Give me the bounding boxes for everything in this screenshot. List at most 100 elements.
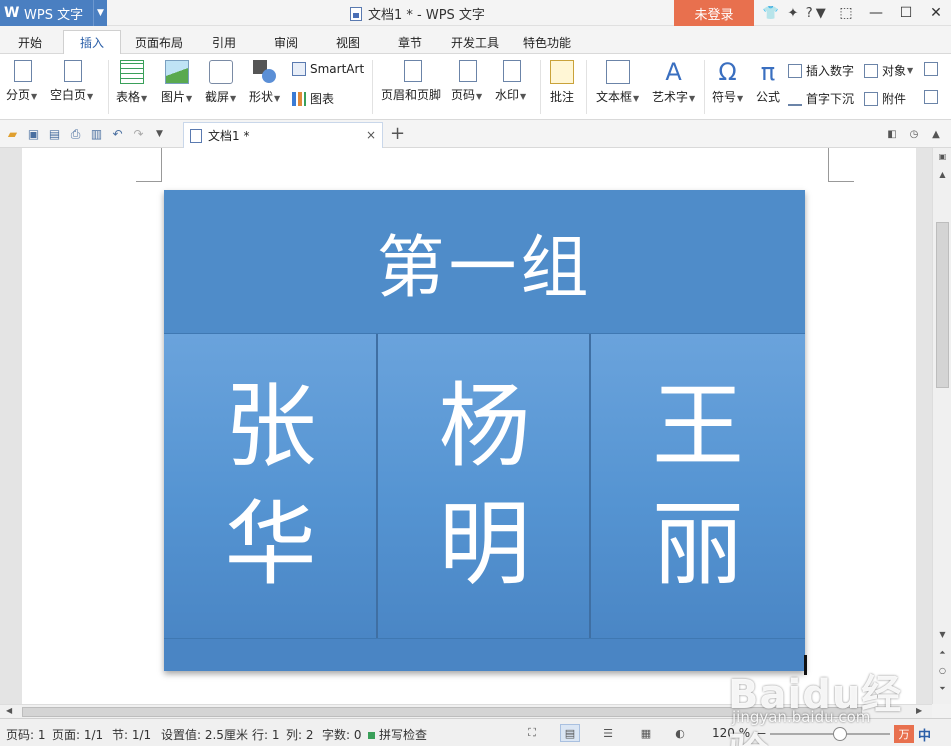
smartart-member-box[interactable]: 杨 明 [378, 334, 591, 638]
smartart-title-box[interactable]: 第一组 [164, 190, 805, 334]
screenshot-button[interactable]: 截屏▼ [205, 54, 236, 105]
scroll-right-arrow[interactable]: ▶ [916, 706, 922, 715]
status-word-count[interactable]: 字数: 0 [322, 726, 362, 743]
insert-number-button[interactable]: 插入数字 [788, 62, 854, 79]
app-menu-dropdown-icon[interactable]: ▼ [93, 0, 107, 26]
wordart-button[interactable]: A 艺术字▼ [652, 54, 695, 105]
insert-number-label: 插入数字 [806, 64, 855, 78]
scroll-up-arrow[interactable]: ▲ [936, 168, 949, 181]
horizontal-scrollbar[interactable]: ◀ ▶ [0, 704, 932, 718]
document-tab[interactable]: 文档1 * × [183, 122, 383, 148]
comment-button[interactable]: 批注 [550, 54, 574, 105]
tab-bar-right-icons: ◧ ◷ ▲ [881, 126, 947, 142]
zoom-out-button[interactable]: — [754, 726, 766, 740]
login-button[interactable]: 未登录 [674, 0, 754, 26]
print-icon[interactable]: ⎙ [65, 125, 86, 143]
close-tab-icon[interactable]: × [366, 128, 376, 142]
tab-developer[interactable]: 开发工具 [444, 30, 506, 54]
formula-button[interactable]: π 公式 [756, 54, 780, 105]
attachment-button[interactable]: 附件 [864, 90, 906, 107]
wordart-label: 艺术字 [652, 90, 689, 104]
smartart-footer-band [164, 638, 805, 671]
skin-icon[interactable]: 👕 [760, 3, 782, 23]
scroll-down-arrow[interactable]: ▼ [936, 628, 949, 641]
scroll-left-arrow[interactable]: ◀ [6, 706, 12, 715]
picture-button[interactable]: 图片▼ [161, 54, 192, 105]
more-icon[interactable] [924, 90, 942, 104]
app-menu-button[interactable]: W WPS 文字 ▼ [0, 0, 107, 26]
tab-insert[interactable]: 插入 [63, 30, 121, 54]
browse-object-icon[interactable]: ○ [936, 664, 949, 677]
page-view-icon[interactable]: ▤ [560, 724, 580, 742]
page-number-button[interactable]: 页码▼ [451, 54, 482, 103]
history-icon[interactable]: ◷ [903, 126, 925, 142]
chart-label: 图表 [310, 92, 335, 106]
document-page[interactable]: 第一组 张 华 杨 明 王 丽 [22, 148, 916, 704]
vertical-scroll-thumb[interactable] [936, 222, 949, 388]
zoom-level[interactable]: 120 % [712, 726, 750, 740]
next-page-icon[interactable]: ⏷ [936, 682, 949, 695]
table-button[interactable]: 表格▼ [116, 54, 147, 105]
tab-references[interactable]: 引用 [200, 30, 248, 54]
input-method-indicator[interactable]: 万 中 [894, 723, 951, 745]
smartart-graphic[interactable]: 第一组 张 华 杨 明 王 丽 [164, 190, 805, 671]
object-button[interactable]: 对象 ▼ [864, 62, 913, 79]
close-button[interactable]: ✕ [921, 0, 951, 26]
horizontal-scroll-thumb[interactable] [22, 707, 862, 717]
tab-chapter[interactable]: 章节 [386, 30, 434, 54]
export-pdf-icon[interactable]: ▤ [44, 125, 65, 143]
scroll-options-icon[interactable]: ▣ [936, 150, 949, 163]
watermark-button[interactable]: 水印▼ [495, 54, 526, 103]
new-tab-button[interactable]: + [390, 123, 405, 144]
quick-access-toolbar: ▰ ▣ ▤ ⎙ ▥ ↶ ↷ ▼ [2, 125, 170, 143]
web-view-icon[interactable]: ▦ [636, 724, 656, 742]
fullscreen-view-icon[interactable]: ⛶ [522, 724, 542, 742]
tab-review[interactable]: 审阅 [262, 30, 310, 54]
header-footer-button[interactable]: 页眉和页脚 [381, 54, 441, 103]
dropcap-button[interactable]: 首字下沉 [788, 90, 854, 107]
outline-view-icon[interactable]: ☰ [598, 724, 618, 742]
chart-icon [292, 91, 306, 106]
smartart-member-box[interactable]: 张 华 [164, 334, 377, 638]
undo-icon[interactable]: ↶ [107, 125, 128, 143]
document-canvas[interactable]: 第一组 张 华 杨 明 王 丽 [0, 148, 932, 704]
minimize-button[interactable]: — [861, 0, 891, 26]
print-preview-icon[interactable]: ▥ [86, 125, 107, 143]
datetime-icon[interactable] [924, 62, 942, 76]
previous-page-icon[interactable]: ⏶ [936, 646, 949, 659]
zoom-slider-track[interactable] [770, 733, 890, 735]
attachment-icon [864, 91, 878, 106]
smartart-button[interactable]: SmartArt [292, 62, 364, 76]
save-icon[interactable]: ▣ [23, 125, 44, 143]
open-icon[interactable]: ▰ [2, 125, 23, 143]
chart-button[interactable]: 图表 [292, 90, 334, 107]
reading-mode-icon[interactable]: ◐ [670, 724, 690, 742]
restore-ribbon-icon[interactable]: ⬚ [831, 0, 861, 26]
smartart-member-box[interactable]: 王 丽 [591, 334, 805, 638]
redo-icon[interactable]: ↷ [128, 125, 149, 143]
help-button[interactable]: ? ▼ [804, 3, 826, 23]
vertical-scrollbar[interactable]: ▣ ▲ ▼ ⏶ ○ ⏷ [932, 148, 951, 704]
tab-home[interactable]: 开始 [6, 30, 54, 54]
member-name-char: 华 [224, 491, 317, 598]
ribbon-separator [540, 60, 541, 114]
share-icon[interactable]: ◧ [881, 126, 903, 142]
symbol-button[interactable]: Ω 符号▼ [712, 54, 743, 105]
page-break-button[interactable]: 分页▼ [6, 54, 37, 103]
ribbon-panel: 分页▼ 空白页▼ 表格▼ 图片▼ 截屏▼ 形状▼ SmartArt 图表 页眉和… [0, 54, 951, 120]
feedback-icon[interactable]: ✦ [782, 3, 804, 23]
zoom-slider-handle[interactable] [833, 727, 847, 741]
textbox-button[interactable]: 文本框▼ [596, 54, 639, 105]
header-footer-icon [403, 60, 422, 82]
maximize-button[interactable]: ☐ [891, 0, 921, 26]
status-setting-value[interactable]: 设置值: 2.5厘米 [161, 726, 248, 743]
spell-check-toggle[interactable]: 拼写检查 [368, 726, 427, 743]
tab-view[interactable]: 视图 [324, 30, 372, 54]
customize-dropdown-icon[interactable]: ▼ [149, 125, 170, 143]
shapes-button[interactable]: 形状▼ [249, 54, 280, 105]
shapes-label: 形状 [249, 90, 274, 104]
tab-page-layout[interactable]: 页面布局 [128, 30, 190, 54]
tab-special-features[interactable]: 特色功能 [516, 30, 578, 54]
blank-page-button[interactable]: 空白页▼ [50, 54, 93, 103]
collapse-ribbon-icon[interactable]: ▲ [925, 126, 947, 142]
